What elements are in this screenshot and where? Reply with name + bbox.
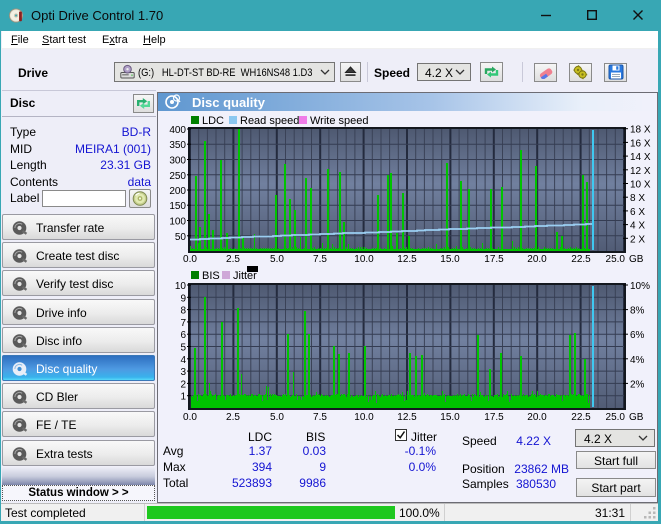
- svg-text:25.0: 25.0: [606, 254, 626, 265]
- svg-text:14 X: 14 X: [630, 152, 651, 163]
- svg-text:350: 350: [169, 140, 186, 151]
- svg-text:2: 2: [180, 379, 186, 390]
- svg-text:LDC: LDC: [202, 115, 224, 127]
- svg-text:0.0: 0.0: [183, 254, 197, 265]
- svg-text:2.5: 2.5: [226, 412, 240, 423]
- svg-text:8 X: 8 X: [630, 193, 645, 204]
- svg-text:BIS: BIS: [202, 270, 220, 282]
- svg-text:15.0: 15.0: [440, 254, 460, 265]
- svg-text:9: 9: [180, 293, 186, 304]
- svg-text:12 X: 12 X: [630, 166, 651, 177]
- svg-text:10: 10: [175, 281, 187, 292]
- svg-text:400: 400: [169, 125, 186, 136]
- svg-text:17.5: 17.5: [484, 254, 504, 265]
- svg-text:200: 200: [169, 186, 186, 197]
- svg-text:7.5: 7.5: [313, 412, 327, 423]
- svg-text:20.0: 20.0: [527, 412, 547, 423]
- svg-text:Write speed: Write speed: [310, 115, 369, 127]
- svg-text:300: 300: [169, 156, 186, 167]
- svg-text:5.0: 5.0: [270, 412, 284, 423]
- svg-text:7.5: 7.5: [313, 254, 327, 265]
- svg-text:6 X: 6 X: [630, 207, 645, 218]
- svg-text:10 X: 10 X: [630, 180, 651, 191]
- svg-text:5: 5: [180, 343, 186, 354]
- svg-text:GB: GB: [629, 254, 644, 265]
- svg-text:18 X: 18 X: [630, 125, 651, 136]
- svg-text:6%: 6%: [630, 330, 645, 341]
- svg-text:50: 50: [175, 232, 187, 243]
- svg-text:4: 4: [180, 355, 186, 366]
- svg-text:6: 6: [180, 330, 186, 341]
- svg-text:100: 100: [169, 217, 186, 228]
- svg-text:8: 8: [180, 306, 186, 317]
- svg-text:22.5: 22.5: [571, 254, 591, 265]
- svg-text:4%: 4%: [630, 355, 645, 366]
- svg-text:12.5: 12.5: [397, 254, 417, 265]
- svg-text:12.5: 12.5: [397, 412, 417, 423]
- svg-text:20.0: 20.0: [527, 254, 547, 265]
- svg-text:4 X: 4 X: [630, 221, 645, 232]
- svg-text:2%: 2%: [630, 379, 645, 390]
- svg-text:2.5: 2.5: [226, 254, 240, 265]
- svg-text:5.0: 5.0: [270, 254, 284, 265]
- svg-text:10%: 10%: [630, 281, 650, 292]
- svg-text:15.0: 15.0: [440, 412, 460, 423]
- svg-text:3: 3: [180, 367, 186, 378]
- svg-text:8%: 8%: [630, 306, 645, 317]
- svg-text:0.0: 0.0: [183, 412, 197, 423]
- svg-text:1: 1: [180, 392, 186, 403]
- svg-text:7: 7: [180, 318, 186, 329]
- svg-text:17.5: 17.5: [484, 412, 504, 423]
- svg-text:10.0: 10.0: [354, 254, 374, 265]
- svg-text:25.0: 25.0: [606, 412, 626, 423]
- svg-text:10.0: 10.0: [354, 412, 374, 423]
- svg-text:2 X: 2 X: [630, 234, 645, 245]
- svg-text:16 X: 16 X: [630, 138, 651, 149]
- svg-text:250: 250: [169, 171, 186, 182]
- svg-text:22.5: 22.5: [571, 412, 591, 423]
- svg-text:GB: GB: [629, 412, 644, 423]
- svg-text:150: 150: [169, 201, 186, 212]
- svg-text:Read speed: Read speed: [240, 115, 299, 127]
